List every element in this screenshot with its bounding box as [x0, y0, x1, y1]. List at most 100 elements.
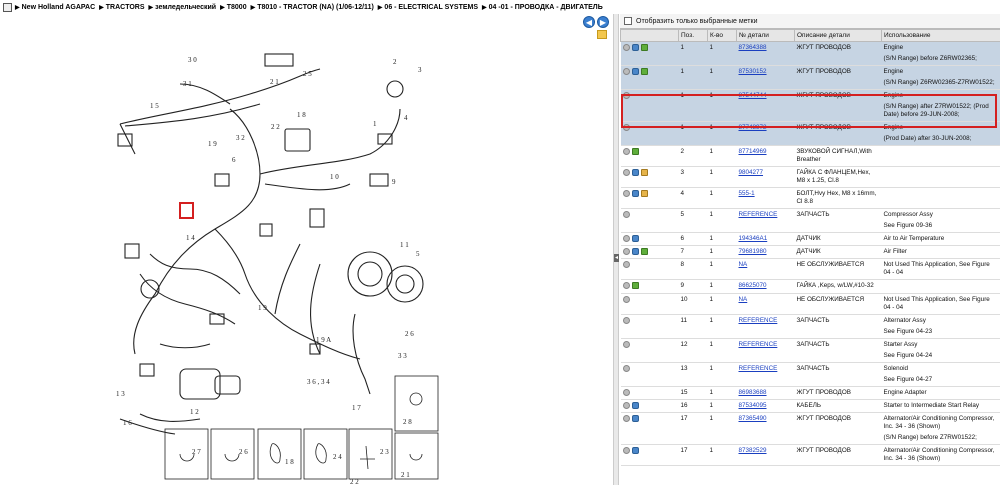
info-icon[interactable]: [631, 169, 639, 176]
info-icon[interactable]: [631, 401, 639, 409]
breadcrumb-item[interactable]: ▶ 04 -01 - ПРОВОДКА - ДВИГАТЕЛЬ: [482, 4, 603, 11]
part-number-link[interactable]: 194346A1: [739, 235, 768, 242]
part-number-cell[interactable]: 555-1: [736, 187, 795, 209]
select-radio-icon[interactable]: [622, 401, 630, 409]
part-number-cell[interactable]: 87534095: [736, 399, 795, 413]
select-radio-icon[interactable]: [622, 446, 630, 454]
table-row[interactable]: 12 1 REFERENCE ЗАПЧАСТЬ Starter Assy See Figu…: [620, 338, 1000, 363]
part-number-link[interactable]: 86983688: [739, 389, 767, 396]
part-number-link[interactable]: 555-1: [739, 190, 755, 197]
part-number-cell[interactable]: REFERENCE: [736, 362, 795, 387]
cart-icon[interactable]: [640, 248, 648, 256]
part-number-cell[interactable]: 87530152: [736, 65, 795, 90]
info-icon[interactable]: [631, 414, 639, 422]
table-row[interactable]: 9 1 86625070 ГАЙКА ,Keps, w/LW,#10-32: [620, 279, 1000, 294]
table-row[interactable]: 5 1 REFERENCE ЗАПЧАСТЬ Compressor Assy See Fi…: [620, 208, 1000, 233]
part-number-link[interactable]: 87748972: [739, 124, 767, 131]
panel-splitter[interactable]: ◂: [613, 14, 619, 485]
part-number-link[interactable]: 87365490: [739, 415, 767, 422]
select-radio-icon[interactable]: [622, 340, 630, 348]
part-number-cell[interactable]: REFERENCE: [736, 208, 795, 233]
select-radio-icon[interactable]: [622, 44, 630, 51]
column-header[interactable]: Использование: [881, 29, 1000, 42]
select-radio-icon[interactable]: [622, 316, 630, 324]
back-button[interactable]: ◀: [583, 16, 595, 28]
select-radio-icon[interactable]: [622, 414, 630, 422]
select-radio-icon[interactable]: [622, 92, 630, 99]
box-icon[interactable]: [640, 190, 648, 197]
table-row[interactable]: 10 1 NA НЕ ОБСЛУЖИВАЕТСЯ Not Used This Appli…: [620, 293, 1000, 315]
part-number-cell[interactable]: 194346A1: [736, 232, 795, 247]
part-number-link[interactable]: NA: [739, 296, 748, 303]
table-row[interactable]: 17 1 87365490 ЖГУТ ПРОВОДОВ Alternator/Air C…: [620, 412, 1000, 445]
highlighted-callout[interactable]: [179, 202, 194, 219]
select-radio-icon[interactable]: [622, 261, 630, 269]
part-number-cell[interactable]: 79681980: [736, 245, 795, 260]
part-number-link[interactable]: 9804277: [739, 169, 764, 176]
table-row[interactable]: 15 1 86983688 ЖГУТ ПРОВОДОВ Engine Adapter: [620, 386, 1000, 400]
cart-icon[interactable]: [640, 44, 648, 51]
part-number-link[interactable]: 87534095: [739, 402, 767, 409]
breadcrumb-item[interactable]: ▶ T8010 - TRACTOR (NA) (1/06-12/11): [251, 4, 374, 11]
cart-icon[interactable]: [640, 68, 648, 75]
info-icon[interactable]: [631, 44, 639, 51]
breadcrumb-item[interactable]: ▶ New Holland AGAPAC: [15, 4, 95, 11]
part-number-link[interactable]: 87382529: [739, 447, 767, 454]
breadcrumb-item[interactable]: ▶ 06 - ELECTRICAL SYSTEMS: [378, 4, 478, 11]
part-number-cell[interactable]: 86983688: [736, 386, 795, 400]
part-number-link[interactable]: REFERENCE: [739, 211, 778, 218]
folder-icon[interactable]: [597, 30, 607, 39]
column-header[interactable]: Описание детали: [794, 29, 882, 42]
part-number-cell[interactable]: 87714969: [736, 145, 795, 167]
part-number-cell[interactable]: REFERENCE: [736, 338, 795, 363]
table-row[interactable]: 13 1 REFERENCE ЗАПЧАСТЬ Solenoid See Figure 0…: [620, 362, 1000, 387]
info-icon[interactable]: [631, 235, 639, 242]
column-header[interactable]: К-во: [707, 29, 737, 42]
table-row[interactable]: 1 1 87544744 ЖГУТ ПРОВОДОВ Engine (S/N Range)…: [620, 89, 1000, 122]
select-radio-icon[interactable]: [622, 190, 630, 197]
column-header[interactable]: Поз.: [678, 29, 708, 42]
select-radio-icon[interactable]: [622, 248, 630, 256]
table-row[interactable]: 4 1 555-1 БОЛТ,Hvy Hex, M8 x 16mm, Cl 8.8: [620, 187, 1000, 209]
collapse-arrow-icon[interactable]: ◂: [614, 254, 619, 262]
cart-icon[interactable]: [631, 282, 639, 290]
breadcrumb-item[interactable]: ▶ TRACTORS: [99, 4, 144, 11]
select-radio-icon[interactable]: [622, 169, 630, 176]
part-number-cell[interactable]: REFERENCE: [736, 314, 795, 339]
part-number-cell[interactable]: 87748972: [736, 121, 795, 146]
table-row[interactable]: 1 1 87364388 ЖГУТ ПРОВОДОВ Engine (S/N Range)…: [620, 41, 1000, 66]
select-radio-icon[interactable]: [622, 124, 630, 131]
info-icon[interactable]: [631, 248, 639, 256]
table-row[interactable]: 7 1 79681980 ДАТЧИК Air Filter: [620, 245, 1000, 260]
part-number-link[interactable]: REFERENCE: [739, 341, 778, 348]
table-row[interactable]: 17 1 87382529 ЖГУТ ПРОВОДОВ Alternator/Air C…: [620, 444, 1000, 466]
exploded-diagram[interactable]: 3 0 2 5 2 3 3 1 1 5 2 1 1 8 4 3 2 2 2 1 …: [0, 14, 612, 485]
select-radio-icon[interactable]: [622, 388, 630, 396]
breadcrumb-item[interactable]: ▶ земледельческий: [149, 4, 217, 11]
box-icon[interactable]: [640, 169, 648, 176]
home-icon[interactable]: [3, 2, 12, 12]
part-number-cell[interactable]: NA: [736, 258, 795, 281]
table-row[interactable]: 1 1 87530152 ЖГУТ ПРОВОДОВ Engine (S/N Range)…: [620, 65, 1000, 90]
part-number-cell[interactable]: 87364388: [736, 41, 795, 66]
part-number-cell[interactable]: NA: [736, 293, 795, 315]
column-header[interactable]: [620, 29, 679, 42]
table-row[interactable]: 6 1 194346A1 ДАТЧИК Air to Air Temperature: [620, 232, 1000, 247]
part-number-link[interactable]: REFERENCE: [739, 365, 778, 372]
table-row[interactable]: 1 1 87748972 ЖГУТ ПРОВОДОВ Engine (Prod Date)…: [620, 121, 1000, 146]
column-header[interactable]: № детали: [736, 29, 795, 42]
select-radio-icon[interactable]: [622, 295, 630, 303]
table-row[interactable]: 2 1 87714969 ЗВУКОВОЙ СИГНАЛ,With Breather: [620, 145, 1000, 167]
table-row[interactable]: 8 1 NA НЕ ОБСЛУЖИВАЕТСЯ Not Used This Applic…: [620, 258, 1000, 281]
part-number-link[interactable]: 87544744: [739, 92, 767, 99]
part-number-cell[interactable]: 87544744: [736, 89, 795, 122]
part-number-link[interactable]: 79681980: [739, 248, 767, 255]
part-number-cell[interactable]: 86625070: [736, 279, 795, 294]
select-radio-icon[interactable]: [622, 282, 630, 290]
part-number-link[interactable]: 87364388: [739, 44, 767, 51]
select-radio-icon[interactable]: [622, 364, 630, 372]
table-row[interactable]: 11 1 REFERENCE ЗАПЧАСТЬ Alternator Assy See F…: [620, 314, 1000, 339]
part-number-cell[interactable]: 9804277: [736, 166, 795, 188]
filter-checkbox[interactable]: [624, 17, 632, 25]
part-number-link[interactable]: REFERENCE: [739, 317, 778, 324]
